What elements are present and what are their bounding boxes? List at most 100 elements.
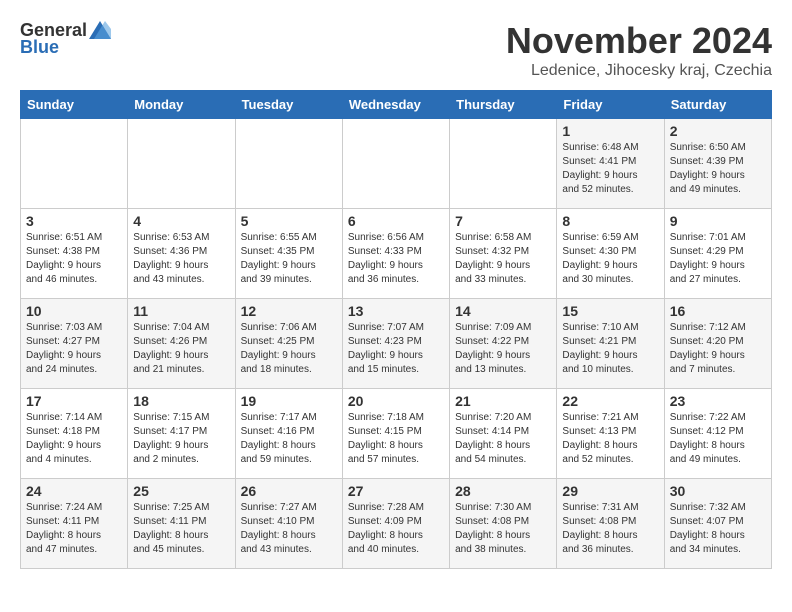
calendar-cell: 30Sunrise: 7:32 AM Sunset: 4:07 PM Dayli… — [664, 479, 771, 569]
day-number: 6 — [348, 213, 444, 229]
header-friday: Friday — [557, 91, 664, 119]
calendar-cell: 9 Sunrise: 7:01 AM Sunset: 4:29 PM Daylig… — [664, 209, 771, 299]
day-info: Sunrise: 6:50 AM Sunset: 4:39 PM Dayligh… — [670, 141, 766, 197]
calendar-cell: 18 Sunrise: 7:15 AM Sunset: 4:17 PM Dayli… — [128, 389, 235, 479]
calendar-cell: 29 Sunrise: 7:31 AM Sunset: 4:08 PM Dayli… — [557, 479, 664, 569]
calendar-cell: 26 Sunrise: 7:27 AM Sunset: 4:10 PM Dayli… — [235, 479, 342, 569]
calendar-cell: 17 Sunrise: 7:14 AM Sunset: 4:18 PM Dayli… — [21, 389, 128, 479]
calendar-cell — [235, 119, 342, 209]
day-number: 22 — [562, 393, 658, 409]
day-number: 1 — [562, 123, 658, 139]
logo-blue-text: Blue — [20, 37, 59, 58]
header-wednesday: Wednesday — [342, 91, 449, 119]
day-number: 11 — [133, 303, 229, 319]
calendar-cell: 2 Sunrise: 6:50 AM Sunset: 4:39 PM Daylig… — [664, 119, 771, 209]
calendar-week-row-5: 24 Sunrise: 7:24 AM Sunset: 4:11 PM Dayli… — [21, 479, 772, 569]
day-info: Sunrise: 7:20 AM Sunset: 4:14 PM Dayligh… — [455, 411, 551, 467]
day-number: 29 — [562, 483, 658, 499]
day-info: Sunrise: 7:07 AM Sunset: 4:23 PM Dayligh… — [348, 321, 444, 377]
day-number: 2 — [670, 123, 766, 139]
day-info: Sunrise: 6:59 AM Sunset: 4:30 PM Dayligh… — [562, 231, 658, 287]
day-number: 5 — [241, 213, 337, 229]
calendar-week-row-3: 10Sunrise: 7:03 AM Sunset: 4:27 PM Dayli… — [21, 299, 772, 389]
calendar-cell: 21 Sunrise: 7:20 AM Sunset: 4:14 PM Dayli… — [450, 389, 557, 479]
day-info: Sunrise: 7:25 AM Sunset: 4:11 PM Dayligh… — [133, 501, 229, 557]
header-sunday: Sunday — [21, 91, 128, 119]
day-number: 7 — [455, 213, 551, 229]
day-number: 15 — [562, 303, 658, 319]
calendar-cell: 1 Sunrise: 6:48 AM Sunset: 4:41 PM Daylig… — [557, 119, 664, 209]
day-number: 30 — [670, 483, 766, 499]
day-number: 16 — [670, 303, 766, 319]
day-info: Sunrise: 6:55 AM Sunset: 4:35 PM Dayligh… — [241, 231, 337, 287]
calendar-cell — [342, 119, 449, 209]
day-info: Sunrise: 7:12 AM Sunset: 4:20 PM Dayligh… — [670, 321, 766, 377]
day-info: Sunrise: 6:48 AM Sunset: 4:41 PM Dayligh… — [562, 141, 658, 197]
day-number: 18 — [133, 393, 229, 409]
calendar-title: November 2024 — [506, 20, 772, 62]
calendar-cell: 6 Sunrise: 6:56 AM Sunset: 4:33 PM Daylig… — [342, 209, 449, 299]
calendar-header-row: Sunday Monday Tuesday Wednesday Thursday… — [21, 91, 772, 119]
day-info: Sunrise: 7:17 AM Sunset: 4:16 PM Dayligh… — [241, 411, 337, 467]
day-info: Sunrise: 7:22 AM Sunset: 4:12 PM Dayligh… — [670, 411, 766, 467]
calendar-subtitle: Ledenice, Jihocesky kraj, Czechia — [506, 62, 772, 80]
day-number: 12 — [241, 303, 337, 319]
day-number: 20 — [348, 393, 444, 409]
calendar-cell: 24 Sunrise: 7:24 AM Sunset: 4:11 PM Dayli… — [21, 479, 128, 569]
day-info: Sunrise: 7:04 AM Sunset: 4:26 PM Dayligh… — [133, 321, 229, 377]
day-number: 17 — [26, 393, 122, 409]
logo: General Blue — [20, 20, 111, 58]
day-number: 26 — [241, 483, 337, 499]
day-info: Sunrise: 6:56 AM Sunset: 4:33 PM Dayligh… — [348, 231, 444, 287]
header-monday: Monday — [128, 91, 235, 119]
calendar-cell: 7Sunrise: 6:58 AM Sunset: 4:32 PM Daylig… — [450, 209, 557, 299]
day-number: 24 — [26, 483, 122, 499]
day-number: 27 — [348, 483, 444, 499]
day-info: Sunrise: 7:14 AM Sunset: 4:18 PM Dayligh… — [26, 411, 122, 467]
day-number: 9 — [670, 213, 766, 229]
calendar-cell: 19 Sunrise: 7:17 AM Sunset: 4:16 PM Dayli… — [235, 389, 342, 479]
day-info: Sunrise: 7:21 AM Sunset: 4:13 PM Dayligh… — [562, 411, 658, 467]
day-info: Sunrise: 7:09 AM Sunset: 4:22 PM Dayligh… — [455, 321, 551, 377]
calendar-cell — [450, 119, 557, 209]
calendar-cell — [21, 119, 128, 209]
day-number: 3 — [26, 213, 122, 229]
calendar-cell: 8Sunrise: 6:59 AM Sunset: 4:30 PM Daylig… — [557, 209, 664, 299]
day-info: Sunrise: 6:51 AM Sunset: 4:38 PM Dayligh… — [26, 231, 122, 287]
logo-icon — [89, 21, 111, 39]
day-info: Sunrise: 7:24 AM Sunset: 4:11 PM Dayligh… — [26, 501, 122, 557]
calendar-cell: 12 Sunrise: 7:06 AM Sunset: 4:25 PM Dayli… — [235, 299, 342, 389]
header-thursday: Thursday — [450, 91, 557, 119]
day-number: 19 — [241, 393, 337, 409]
calendar-cell: 13 Sunrise: 7:07 AM Sunset: 4:23 PM Dayli… — [342, 299, 449, 389]
day-info: Sunrise: 7:10 AM Sunset: 4:21 PM Dayligh… — [562, 321, 658, 377]
calendar-cell: 15 Sunrise: 7:10 AM Sunset: 4:21 PM Dayli… — [557, 299, 664, 389]
day-number: 13 — [348, 303, 444, 319]
day-info: Sunrise: 7:06 AM Sunset: 4:25 PM Dayligh… — [241, 321, 337, 377]
calendar-cell — [128, 119, 235, 209]
calendar-cell: 22 Sunrise: 7:21 AM Sunset: 4:13 PM Dayli… — [557, 389, 664, 479]
day-info: Sunrise: 7:15 AM Sunset: 4:17 PM Dayligh… — [133, 411, 229, 467]
calendar-cell: 4Sunrise: 6:53 AM Sunset: 4:36 PM Daylig… — [128, 209, 235, 299]
day-info: Sunrise: 7:27 AM Sunset: 4:10 PM Dayligh… — [241, 501, 337, 557]
day-info: Sunrise: 7:03 AM Sunset: 4:27 PM Dayligh… — [26, 321, 122, 377]
calendar-table: Sunday Monday Tuesday Wednesday Thursday… — [20, 90, 772, 569]
day-info: Sunrise: 7:31 AM Sunset: 4:08 PM Dayligh… — [562, 501, 658, 557]
header-saturday: Saturday — [664, 91, 771, 119]
calendar-cell: 20 Sunrise: 7:18 AM Sunset: 4:15 PM Dayli… — [342, 389, 449, 479]
calendar-week-row-4: 17 Sunrise: 7:14 AM Sunset: 4:18 PM Dayli… — [21, 389, 772, 479]
calendar-cell: 3 Sunrise: 6:51 AM Sunset: 4:38 PM Daylig… — [21, 209, 128, 299]
calendar-cell: 14Sunrise: 7:09 AM Sunset: 4:22 PM Dayli… — [450, 299, 557, 389]
page-header: General Blue November 2024 Ledenice, Jih… — [20, 20, 772, 80]
day-number: 21 — [455, 393, 551, 409]
day-info: Sunrise: 7:18 AM Sunset: 4:15 PM Dayligh… — [348, 411, 444, 467]
calendar-cell: 25Sunrise: 7:25 AM Sunset: 4:11 PM Dayli… — [128, 479, 235, 569]
day-number: 28 — [455, 483, 551, 499]
header-tuesday: Tuesday — [235, 91, 342, 119]
day-info: Sunrise: 7:01 AM Sunset: 4:29 PM Dayligh… — [670, 231, 766, 287]
calendar-week-row-2: 3 Sunrise: 6:51 AM Sunset: 4:38 PM Daylig… — [21, 209, 772, 299]
day-info: Sunrise: 7:28 AM Sunset: 4:09 PM Dayligh… — [348, 501, 444, 557]
day-info: Sunrise: 7:30 AM Sunset: 4:08 PM Dayligh… — [455, 501, 551, 557]
day-info: Sunrise: 6:53 AM Sunset: 4:36 PM Dayligh… — [133, 231, 229, 287]
calendar-week-row-1: 1 Sunrise: 6:48 AM Sunset: 4:41 PM Daylig… — [21, 119, 772, 209]
